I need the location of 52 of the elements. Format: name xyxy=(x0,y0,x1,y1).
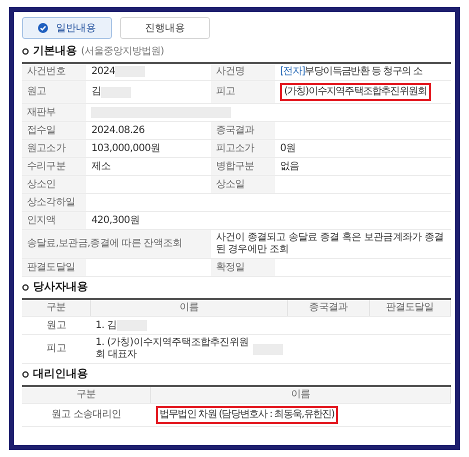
column-header: 판결도달일 xyxy=(369,298,450,316)
field-value: 2024 xyxy=(91,66,116,78)
field-label: 확정일 xyxy=(216,262,245,272)
check-icon xyxy=(38,23,48,33)
field-value: (가칭)이수지역주택조합추진위원회 xyxy=(284,86,427,98)
field-label: 병합구분 xyxy=(216,160,254,172)
section-title: 당사자내용 xyxy=(33,279,88,295)
field-value: 김 xyxy=(91,86,101,98)
field-value: 0원 xyxy=(280,142,296,154)
field-label: 피고 xyxy=(216,86,235,97)
case-name: 부당이득금반환 등 청구의 소 xyxy=(304,66,422,77)
field-value: 없음 xyxy=(280,160,300,172)
field-value: 1. 김 xyxy=(96,320,117,332)
field-label: 상소일 xyxy=(216,178,245,190)
field-label: 인지액 xyxy=(27,214,56,226)
table-cell: 원고 xyxy=(46,320,66,330)
field-label: 원고 xyxy=(27,86,46,97)
field-value: 2024.08.26 xyxy=(91,124,145,136)
field-label: 종국결과 xyxy=(216,124,254,136)
field-label: 상소각하일 xyxy=(27,196,76,208)
field-label: 사건명 xyxy=(216,66,245,77)
tab[interactable]: 진행내용 xyxy=(120,17,210,39)
field-label: 상소인 xyxy=(27,178,56,190)
section-title: 기본내용 xyxy=(33,43,77,59)
field-label: 접수일 xyxy=(27,124,56,136)
field-value: 420,300원 xyxy=(91,214,140,226)
field-label: 수리구분 xyxy=(27,160,66,172)
column-header: 구분 xyxy=(22,386,151,404)
column-header: 이름 xyxy=(90,298,288,316)
field-label: 피고소가 xyxy=(216,142,254,154)
column-header: 종국결과 xyxy=(288,298,370,316)
section-title: 대리인내용 xyxy=(33,366,88,382)
case-tag: [전자] xyxy=(280,66,305,77)
field-value: 법무법인 차원 (담당변호사 : 최동욱,유한진) xyxy=(160,409,334,421)
tab[interactable]: 일반내용 xyxy=(22,17,112,39)
field-label: 사건번호 xyxy=(27,66,66,77)
column-header: 이름 xyxy=(150,386,450,404)
field-value: 제소 xyxy=(91,160,111,172)
column-header: 구분 xyxy=(22,298,91,316)
field-value: 사건이 종결되고 송달료 종결 혹은 보관금계좌가 종결된 경우에만 조회 xyxy=(216,232,445,256)
field-label: 재판부 xyxy=(27,106,56,118)
field-label: 송달료,보관금,종결에 따른 잔액조회 xyxy=(27,238,182,249)
field-label: 판결도달일 xyxy=(27,262,76,272)
court-name: (서울중앙지방법원) xyxy=(81,44,164,59)
field-value: 1. (가칭)이수지역주택조합추진위원회 대표자 xyxy=(96,337,250,361)
bullet-icon xyxy=(22,370,29,378)
bullet-icon xyxy=(22,48,29,55)
bullet-icon xyxy=(22,284,29,291)
field-label: 원고소가 xyxy=(27,142,66,154)
field-value: 103,000,000원 xyxy=(91,142,160,154)
table-cell: 원고 소송대리인 xyxy=(51,409,122,420)
table-cell: 피고 xyxy=(46,343,66,354)
